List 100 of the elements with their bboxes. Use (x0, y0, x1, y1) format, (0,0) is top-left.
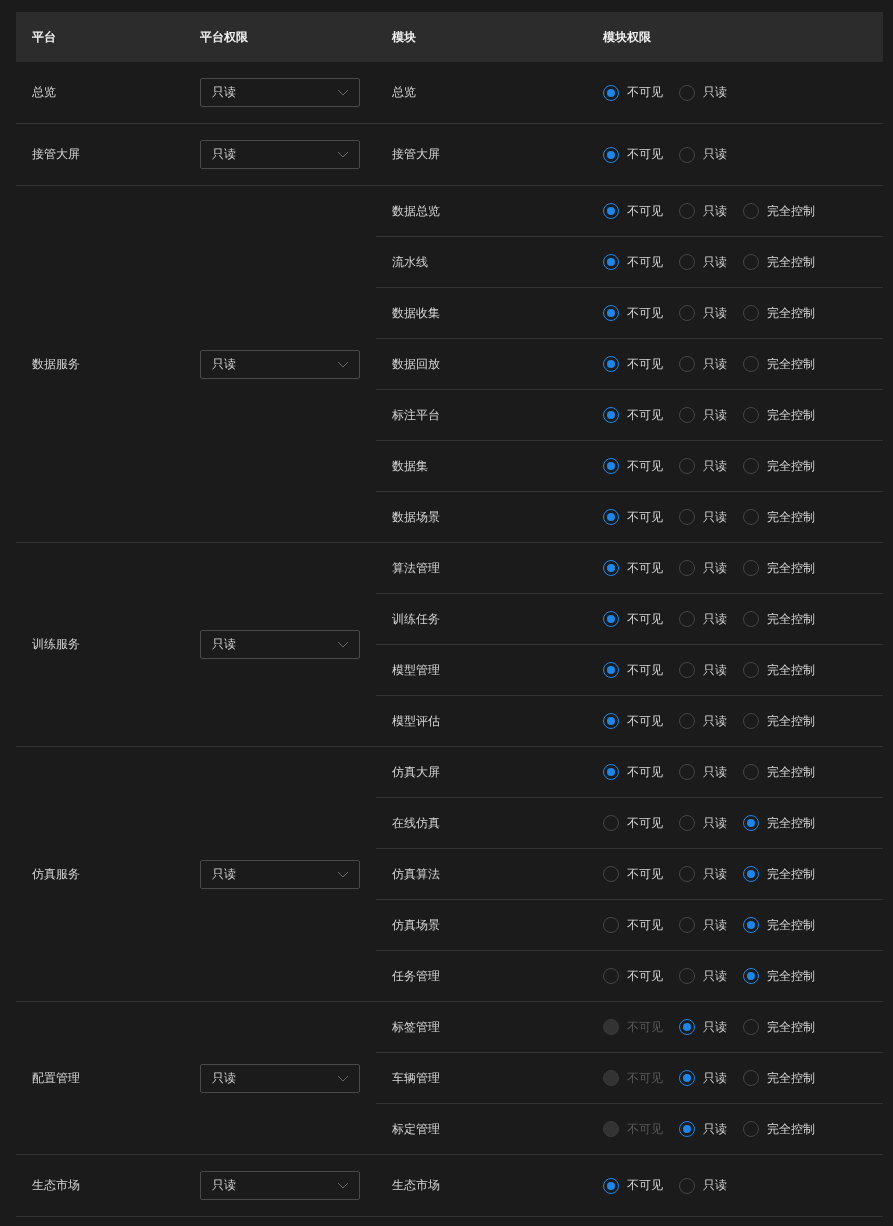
module-name: 标定管理 (392, 1120, 440, 1138)
radio-option[interactable]: 不可见 (603, 304, 663, 322)
radio-option[interactable]: 不可见 (603, 712, 663, 730)
radio-option[interactable]: 完全控制 (743, 304, 815, 322)
radio-option[interactable]: 完全控制 (743, 1069, 815, 1087)
column-header: 模块 (391, 28, 417, 46)
module-name: 车辆管理 (392, 1069, 440, 1087)
radio-option[interactable]: 完全控制 (743, 559, 815, 577)
module-name: 仿真算法 (392, 865, 440, 883)
radio-option[interactable]: 完全控制 (743, 814, 815, 832)
radio-option[interactable]: 完全控制 (743, 967, 815, 985)
radio-option[interactable]: 不可见 (603, 814, 663, 832)
radio-option[interactable]: 只读 (679, 146, 727, 163)
module-name: 总览 (392, 84, 416, 101)
permission-select[interactable]: 只读 (200, 630, 360, 659)
radio-option[interactable]: 只读 (679, 202, 727, 220)
radio-option[interactable]: 不可见 (603, 661, 663, 679)
module-name: 接管大屏 (392, 146, 440, 163)
radio-option[interactable]: 只读 (679, 1069, 727, 1087)
module-name: 模型管理 (392, 661, 440, 679)
radio-option[interactable]: 只读 (679, 84, 727, 101)
radio-option[interactable]: 完全控制 (743, 661, 815, 679)
module-name: 数据集 (392, 457, 428, 475)
module-name: 数据回放 (392, 355, 440, 373)
chevron-down-icon (337, 641, 349, 648)
module-name: 训练任务 (392, 610, 440, 628)
module-name: 仿真大屏 (392, 763, 440, 781)
module-name: 数据场景 (392, 508, 440, 526)
module-name: 在线仿真 (392, 814, 440, 832)
column-header: 模块权限 (602, 28, 652, 46)
radio-option[interactable]: 完全控制 (743, 508, 815, 526)
radio-option[interactable]: 只读 (679, 661, 727, 679)
radio-option[interactable]: 完全控制 (743, 865, 815, 883)
platform-name: 仿真服务 (32, 865, 80, 883)
radio-option[interactable]: 不可见 (603, 84, 663, 101)
radio-option[interactable]: 只读 (679, 406, 727, 424)
radio-option[interactable]: 不可见 (603, 508, 663, 526)
radio-option[interactable]: 只读 (679, 1120, 727, 1138)
chevron-down-icon (337, 360, 349, 368)
radio-option[interactable]: 只读 (679, 967, 727, 985)
radio-option[interactable]: 只读 (679, 916, 727, 934)
radio-option[interactable]: 完全控制 (743, 406, 815, 424)
radio-option[interactable]: 不可见 (603, 916, 663, 934)
module-name: 模型评估 (392, 712, 440, 730)
permission-select[interactable]: 只读 (200, 78, 360, 107)
radio-option[interactable]: 只读 (679, 304, 727, 322)
module-name: 算法管理 (392, 559, 440, 577)
radio-option[interactable]: 不可见 (603, 253, 663, 271)
radio-option[interactable]: 不可见 (603, 202, 663, 220)
radio-option[interactable]: 只读 (679, 865, 727, 883)
radio-option[interactable]: 只读 (679, 253, 727, 271)
radio-option[interactable]: 完全控制 (743, 610, 815, 628)
chevron-down-icon (337, 1182, 349, 1189)
radio-option[interactable]: 只读 (679, 355, 727, 373)
column-header: 平台 (31, 28, 57, 46)
module-name: 仿真场景 (392, 916, 440, 934)
radio-option[interactable]: 不可见 (603, 610, 663, 628)
radio-option[interactable]: 完全控制 (743, 1018, 815, 1036)
radio-option[interactable]: 不可见 (603, 967, 663, 985)
column-header: 平台权限 (199, 28, 249, 46)
permission-select[interactable]: 只读 (200, 859, 360, 889)
radio-option[interactable]: 不可见 (603, 865, 663, 883)
module-name: 任务管理 (392, 967, 440, 985)
radio-option[interactable]: 只读 (679, 1177, 727, 1194)
module-name: 标签管理 (392, 1018, 440, 1036)
radio-option[interactable]: 只读 (679, 763, 727, 781)
radio-option[interactable]: 完全控制 (743, 457, 815, 475)
module-name: 数据总览 (392, 202, 440, 220)
radio-option[interactable]: 只读 (679, 610, 727, 628)
radio-option[interactable]: 不可见 (603, 457, 663, 475)
chevron-down-icon (337, 870, 349, 878)
radio-option[interactable]: 完全控制 (743, 916, 815, 934)
radio-option[interactable]: 不可见 (603, 1177, 663, 1194)
radio-option[interactable]: 不可见 (603, 146, 663, 163)
permission-select[interactable]: 只读 (200, 1171, 360, 1200)
platform-name: 数据服务 (32, 355, 80, 373)
module-name: 数据收集 (392, 304, 440, 322)
radio-option[interactable]: 只读 (679, 712, 727, 730)
radio-option[interactable]: 只读 (679, 814, 727, 832)
radio-option[interactable]: 完全控制 (743, 355, 815, 373)
permission-select[interactable]: 只读 (200, 349, 360, 379)
radio-option[interactable]: 只读 (679, 508, 727, 526)
radio-option[interactable]: 只读 (679, 1018, 727, 1036)
permission-select[interactable]: 只读 (200, 140, 360, 169)
module-name: 生态市场 (392, 1177, 440, 1194)
permission-select[interactable]: 只读 (200, 1063, 360, 1093)
radio-option[interactable]: 完全控制 (743, 712, 815, 730)
radio-option[interactable]: 只读 (679, 457, 727, 475)
radio-option[interactable]: 完全控制 (743, 763, 815, 781)
radio-option[interactable]: 完全控制 (743, 1120, 815, 1138)
radio-option[interactable]: 不可见 (603, 406, 663, 424)
module-name: 标注平台 (392, 406, 440, 424)
chevron-down-icon (337, 89, 349, 96)
radio-option[interactable]: 完全控制 (743, 253, 815, 271)
radio-option[interactable]: 完全控制 (743, 202, 815, 220)
radio-option[interactable]: 不可见 (603, 355, 663, 373)
radio-option[interactable]: 不可见 (603, 763, 663, 781)
radio-option[interactable]: 不可见 (603, 559, 663, 577)
platform-name: 生态市场 (32, 1177, 80, 1194)
radio-option[interactable]: 只读 (679, 559, 727, 577)
